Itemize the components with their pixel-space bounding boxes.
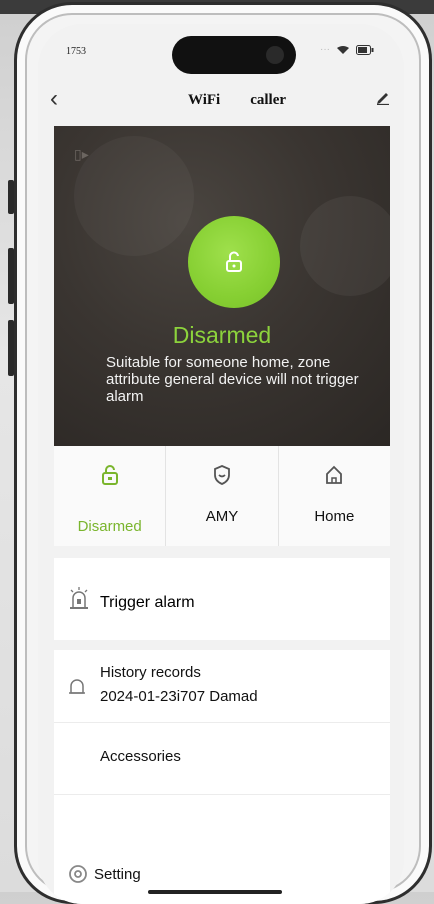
- trigger-alarm-label: Trigger alarm: [100, 594, 195, 611]
- device-icon: ▯▸: [74, 146, 89, 162]
- volume-down-button: [8, 320, 14, 376]
- page-title: WiFi caller: [188, 92, 286, 109]
- edit-button[interactable]: [376, 88, 390, 111]
- arm-mode-selector: Disarmed AMY Home: [54, 446, 390, 546]
- mode-disarmed[interactable]: Disarmed: [54, 446, 167, 546]
- setting-item[interactable]: Setting: [54, 860, 390, 900]
- signal-icon: ···: [320, 44, 330, 55]
- accessories-item[interactable]: Accessories: [54, 722, 390, 795]
- alarm-icon: [68, 586, 90, 615]
- title-caller: caller: [250, 92, 287, 108]
- menu-group: History records 2024-01-23i707 Damad Acc…: [54, 650, 390, 904]
- history-records-subtitle: 2024-01-23i707 Damad: [100, 688, 258, 705]
- home-icon: [324, 464, 344, 491]
- security-status-panel: ▯▸ Disarmed Suitable for someone home, z…: [54, 126, 400, 446]
- unlock-icon: [100, 464, 120, 491]
- mode-home[interactable]: Home: [279, 446, 390, 546]
- mode-amy-label: AMY: [205, 508, 239, 525]
- back-button[interactable]: ‹: [50, 86, 58, 112]
- navigation-bar: ‹ WiFi caller: [38, 86, 404, 116]
- pencil-icon: [377, 93, 389, 106]
- status-time: 1753: [66, 46, 86, 57]
- setting-label: Setting: [94, 866, 141, 883]
- gear-icon: [68, 864, 88, 888]
- title-wifi: WiFi: [188, 92, 221, 108]
- volume-up-button: [8, 248, 14, 304]
- status-icons: ···: [320, 44, 374, 55]
- camera-icon: [266, 46, 284, 64]
- trigger-alarm-item[interactable]: Trigger alarm: [54, 558, 390, 640]
- status-label: Disarmed: [172, 322, 272, 348]
- wifi-icon: [337, 45, 349, 54]
- history-records-item[interactable]: History records 2024-01-23i707 Damad: [54, 650, 390, 723]
- home-indicator[interactable]: [148, 890, 282, 894]
- unlock-icon[interactable]: [188, 216, 280, 308]
- app-screen: 1753 ··· ‹ WiFi caller ▯▸ Disarmed Suita…: [38, 24, 404, 904]
- mode-amy[interactable]: AMY: [166, 446, 279, 546]
- accessories-label: Accessories: [100, 748, 181, 765]
- battery-icon: [356, 44, 374, 55]
- status-description: Suitable for someone home, zone attribut…: [106, 354, 359, 405]
- shield-icon: [212, 464, 232, 491]
- side-button: [8, 180, 14, 214]
- mode-home-label: Home: [314, 508, 355, 525]
- bell-icon: [68, 676, 86, 702]
- dynamic-island: [172, 36, 296, 74]
- history-records-label: History records: [100, 664, 201, 681]
- mode-disarmed-label: Disarmed: [77, 518, 142, 535]
